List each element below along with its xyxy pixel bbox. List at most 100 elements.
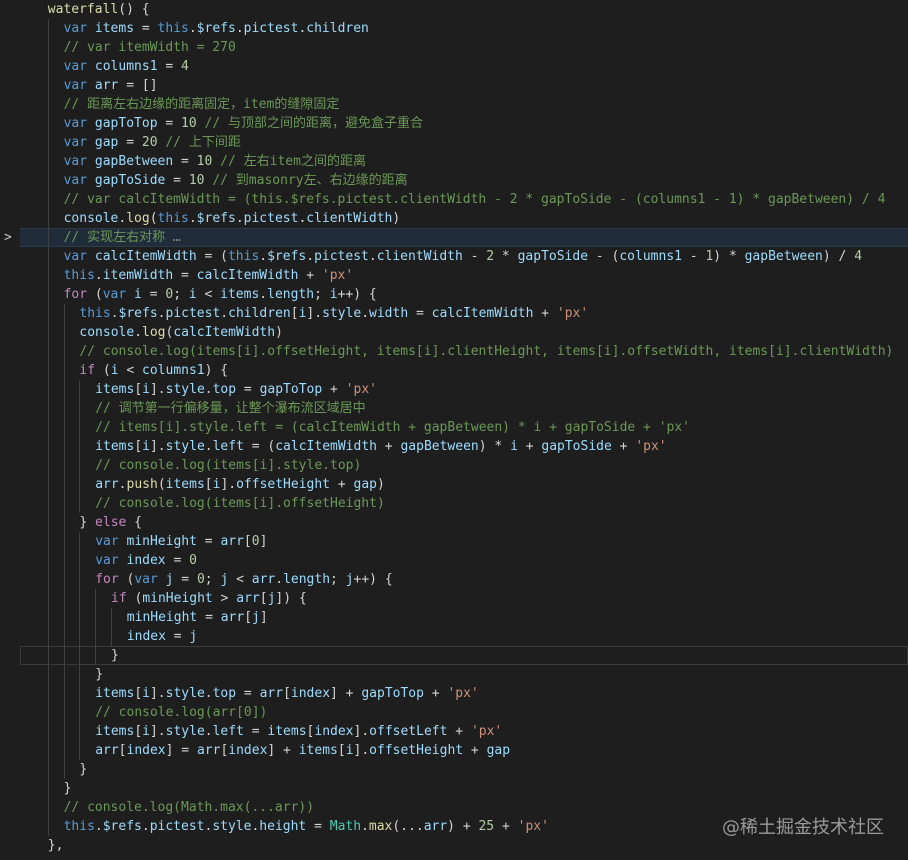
code-token: gapToSide [541,439,612,454]
code-token: . [361,819,369,834]
indent-guide [47,380,49,399]
code-line[interactable]: // console.log(arr[0]) [20,703,908,722]
code-line[interactable]: // 调节第一行偏移量，让整个瀑布流区域居中 [20,399,908,418]
code-line[interactable]: var gapBetween = 10 // 左右item之间的距离 [20,152,908,171]
code-token: + [517,439,542,454]
code-line[interactable]: arr[index] = arr[index] + items[i].offse… [20,741,908,760]
code-line[interactable]: this.$refs.pictest.children[i].style.wid… [20,304,908,323]
code-token: + [330,477,354,492]
code-line[interactable]: // var calcItemWidth = (this.$refs.picte… [20,190,908,209]
code-token: children [306,21,369,36]
code-line[interactable]: var columns1 = 4 [20,57,908,76]
code-text: // 调节第一行偏移量，让整个瀑布流区域居中 [95,399,365,418]
code-line[interactable]: items[i].style.left = items[index].offse… [20,722,908,741]
code-token: pictest [243,21,299,36]
code-line[interactable]: var minHeight = arr[0] [20,532,908,551]
code-token: 0 [165,287,174,302]
code-line[interactable]: for (var i = 0; i < items.length; i++) { [20,285,908,304]
code-line[interactable]: } [20,779,908,798]
code-line[interactable]: // items[i].style.left = (calcItemWidth … [20,418,908,437]
code-text: arr[index] = arr[index] + items[i].offse… [95,741,510,760]
code-token: // items[i].style.left = (calcItemWidth … [95,420,691,435]
code-token: items [95,439,135,454]
indent-guide [47,266,49,285]
code-line[interactable]: waterfall() { [20,0,908,19]
code-token: = [173,154,197,169]
indent-guide [47,152,49,171]
code-token: console [79,325,135,340]
code-token: ) [275,325,283,340]
code-token: = [197,610,221,625]
code-line[interactable]: // 距离左右边缘的距离固定，item的缝隙固定 [20,95,908,114]
code-token: items [220,287,260,302]
code-token: ) { [204,363,229,378]
code-token: . [134,325,143,340]
code-token: calcItemWidth [196,268,299,283]
code-line[interactable]: var gapToSide = 10 // 到masonry左、右边缘的距离 [20,171,908,190]
code-token: offsetHeight [369,743,464,758]
code-line[interactable]: } [20,646,908,665]
code-token: // 到masonry左、右边缘的距离 [212,173,408,188]
code-line[interactable]: index = j [20,627,908,646]
code-line[interactable]: items[i].style.top = arr[index] + gapToT… [20,684,908,703]
code-token: . [220,306,229,321]
code-line[interactable]: // var itemWidth = 270 [20,38,908,57]
code-line[interactable]: var gapToTop = 10 // 与顶部之间的距离，避免盒子重合 [20,114,908,133]
code-token: style [165,724,205,739]
code-line[interactable]: if (i < columns1) { [20,361,908,380]
code-line[interactable]: for (var j = 0; j < arr.length; j++) { [20,570,908,589]
code-token: ]. [149,724,166,739]
code-line[interactable]: items[i].style.top = gapToTop + 'px' [20,380,908,399]
code-token: 10 [188,173,205,188]
code-token: columns1 [619,249,682,264]
code-token: { [126,515,143,530]
code-line[interactable]: var calcItemWidth = (this.$refs.pictest.… [20,247,908,266]
code-line[interactable]: if (minHeight > arr[j]) { [20,589,908,608]
code-line[interactable]: // console.log(items[i].style.top) [20,456,908,475]
code-token: index [290,686,331,701]
code-editor[interactable]: > waterfall() {var items = this.$refs.pi… [0,0,908,860]
code-line[interactable]: arr.push(items[i].offsetHeight + gap) [20,475,908,494]
code-text: var gap = 20 // 上下间距 [64,133,241,152]
indent-guide [63,456,65,475]
indent-guide [63,646,65,665]
code-token: = [157,59,182,74]
code-line[interactable]: console.log(this.$refs.pictest.clientWid… [20,209,908,228]
code-area[interactable]: waterfall() {var items = this.$refs.pict… [20,0,908,855]
indent-guide [47,229,49,246]
code-token: j [189,629,198,644]
code-line[interactable]: items[i].style.left = (calcItemWidth + g… [20,437,908,456]
indent-guide [47,798,49,817]
code-line[interactable]: minHeight = arr[j] [20,608,908,627]
code-token: ( [118,572,135,587]
code-token: } [95,667,104,682]
code-line[interactable]: var gap = 20 // 上下间距 [20,133,908,152]
code-line[interactable]: this.itemWidth = calcItemWidth + 'px' [20,266,908,285]
code-token: 'px' [321,268,354,283]
code-line[interactable]: } [20,760,908,779]
code-token: var [63,154,88,169]
code-line[interactable]: // 实现左右对称 … [20,228,908,247]
code-token: var [63,173,88,188]
code-line[interactable]: var arr = [] [20,76,908,95]
code-token: for [63,287,88,302]
code-line[interactable]: // console.log(items[i].offsetHeight) [20,494,908,513]
indent-guide [63,399,65,418]
code-token: . [204,724,213,739]
code-token: [ [134,439,143,454]
code-token: left [212,439,244,454]
code-line[interactable]: var items = this.$refs.pictest.children [20,19,908,38]
code-line[interactable]: // console.log(items[i].offsetHeight, it… [20,342,908,361]
code-line[interactable]: var index = 0 [20,551,908,570]
code-line[interactable]: } else { [20,513,908,532]
code-token: items [298,743,338,758]
code-text: items[i].style.top = arr[index] + gapToT… [95,684,479,703]
code-line[interactable]: console.log(calcItemWidth) [20,323,908,342]
code-token: arr [220,610,245,625]
code-token: push [126,477,158,492]
code-line[interactable]: } [20,665,908,684]
fold-chevron-icon[interactable]: > [4,228,12,247]
